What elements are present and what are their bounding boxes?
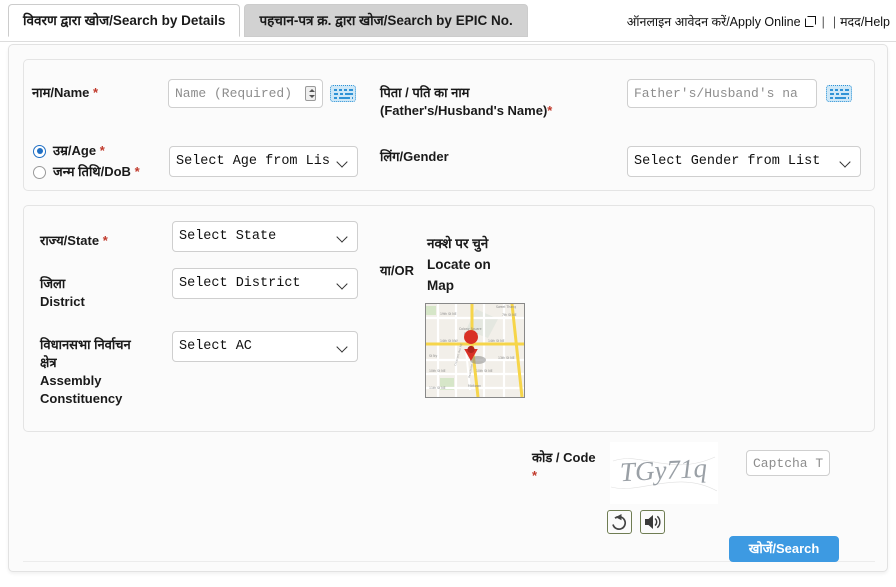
svg-text:Sweet Thang: Sweet Thang	[496, 305, 516, 309]
refresh-icon	[612, 514, 627, 530]
name-required-mark: *	[93, 85, 99, 100]
ac-select[interactable]: Select AC	[172, 331, 358, 362]
tab-search-by-epic[interactable]: पहचान-पत्र क्र. द्वारा खोज/Search by EPI…	[244, 4, 528, 37]
map-label-en-2: Map	[427, 278, 454, 293]
dob-label: जन्म तिथि/DoB *	[53, 163, 140, 181]
dob-required-mark: *	[134, 164, 140, 179]
district-label: जिला District	[40, 275, 85, 311]
name-label-text: नाम/Name	[32, 85, 90, 100]
map-label-hi: नक्शे पर चुने	[427, 236, 489, 251]
age-radio-row[interactable]: उम्र/Age *	[33, 142, 105, 160]
svg-text:St Ny: St Ny	[429, 354, 437, 358]
age-select[interactable]: Select Age from Lis	[169, 146, 358, 177]
name-field-spinner-icon[interactable]	[305, 86, 316, 101]
search-button[interactable]: खोजें/Search	[729, 536, 839, 562]
captcha-text: TGy71q	[619, 452, 708, 488]
svg-text:10th St NE: 10th St NE	[476, 369, 493, 373]
assembly-constituency-label: विधानसभा निर्वाचन क्षेत्र Assembly Const…	[40, 336, 131, 408]
speaker-icon	[645, 515, 661, 529]
tab-strip: विवरण द्वारा खोज/Search by Details पहचान…	[0, 0, 896, 42]
age-select-wrapper: Select Age from Lis	[169, 146, 358, 177]
svg-text:13th St NE: 13th St NE	[498, 356, 515, 360]
state-label-text: राज्य/State	[40, 233, 100, 248]
father-husband-label-en: (Father's/Husband's Name)	[380, 103, 548, 118]
state-label: राज्य/State *	[40, 232, 108, 250]
age-required-mark: *	[99, 143, 105, 158]
captcha-label-text: कोड / Code	[532, 450, 596, 465]
gender-select-wrapper: Select Gender from List	[627, 146, 861, 177]
district-label-hi: जिला	[40, 276, 66, 291]
ac-label-hi-1: विधानसभा निर्वाचन	[40, 337, 131, 352]
svg-text:14th St NE: 14th St NE	[488, 339, 505, 343]
district-label-en: District	[40, 294, 85, 309]
svg-text:10th St NE: 10th St NE	[429, 369, 446, 373]
link-separator-1: |	[821, 14, 825, 29]
help-link[interactable]: मदद/Help	[840, 13, 890, 30]
district-select-wrapper: Select District	[172, 268, 358, 299]
age-label: उम्र/Age *	[53, 142, 105, 160]
captcha-image: TGy71q	[610, 442, 718, 504]
name-label: नाम/Name *	[32, 84, 98, 102]
age-label-text: उम्र/Age	[53, 143, 97, 158]
state-select-wrapper: Select State	[172, 221, 358, 252]
svg-text:19th St NE: 19th St NE	[440, 312, 457, 316]
top-links: ऑनलाइन आवेदन करें/Apply Online | | मदद/H…	[627, 13, 890, 30]
dob-label-text: जन्म तिथि/DoB	[53, 164, 131, 179]
svg-text:Midtown: Midtown	[468, 384, 481, 388]
father-required-mark: *	[547, 103, 553, 118]
captcha-label: कोड / Code *	[532, 449, 596, 485]
link-separator-2: |	[832, 14, 837, 29]
svg-text:11th St NE: 11th St NE	[429, 386, 446, 390]
father-husband-name-input[interactable]	[627, 79, 817, 108]
ac-label-en-2: Constituency	[40, 391, 123, 406]
captcha-refresh-button[interactable]	[607, 510, 632, 534]
map-image: 19th St NE Sweet Thang 7th St NE Colony …	[426, 304, 524, 397]
age-radio[interactable]	[33, 144, 46, 158]
keyboard-icon-name[interactable]	[330, 85, 356, 102]
external-link-icon	[804, 16, 816, 27]
dob-radio[interactable]	[33, 165, 46, 179]
gender-select[interactable]: Select Gender from List	[627, 146, 861, 177]
locate-on-map-label: नक्शे पर चुने Locate on Map	[427, 233, 491, 296]
state-select[interactable]: Select State	[172, 221, 358, 252]
keyboard-icon-father[interactable]	[826, 85, 852, 102]
captcha-input[interactable]	[746, 450, 830, 476]
father-husband-label: पिता / पति का नाम (Father's/Husband's Na…	[380, 84, 552, 120]
or-text: या/OR	[380, 263, 415, 278]
svg-text:7th St NE: 7th St NE	[502, 313, 517, 317]
name-input[interactable]	[168, 79, 323, 108]
state-required-mark: *	[102, 233, 108, 248]
ac-select-wrapper: Select AC	[172, 331, 358, 362]
tab-list: विवरण द्वारा खोज/Search by Details पहचान…	[8, 4, 528, 37]
district-select[interactable]: Select District	[172, 268, 358, 299]
ac-label-en-1: Assembly	[40, 373, 102, 388]
captcha-audio-button[interactable]	[640, 510, 665, 534]
captcha-required-mark: *	[532, 468, 538, 483]
father-husband-label-hi: पिता / पति का नाम	[380, 85, 470, 100]
ac-label-hi-2: क्षेत्र	[40, 355, 57, 370]
dob-radio-row[interactable]: जन्म तिथि/DoB *	[33, 163, 140, 181]
map-label-en-1: Locate on	[427, 257, 491, 272]
tab-search-by-details[interactable]: विवरण द्वारा खोज/Search by Details	[8, 4, 241, 37]
map-thumbnail[interactable]: 19th St NE Sweet Thang 7th St NE Colony …	[425, 303, 525, 398]
svg-text:14th St NW: 14th St NW	[440, 339, 458, 343]
gender-label: लिंग/Gender	[380, 149, 449, 164]
apply-online-link[interactable]: ऑनलाइन आवेदन करें/Apply Online	[627, 13, 801, 30]
